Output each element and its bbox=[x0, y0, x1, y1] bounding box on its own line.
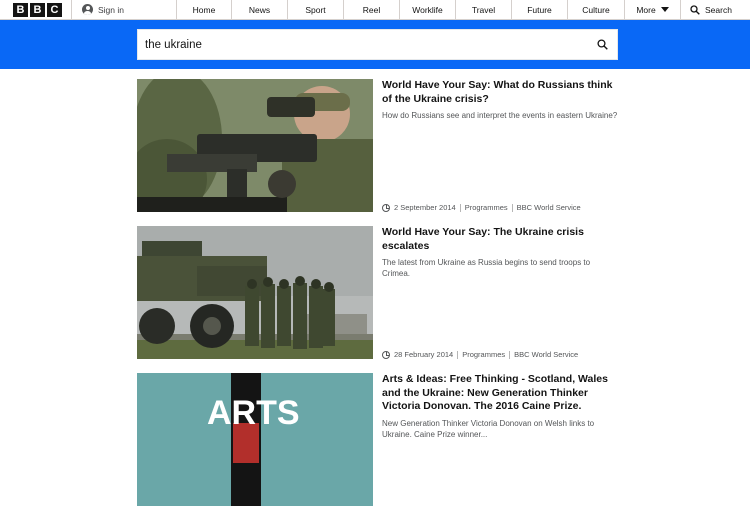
search-icon bbox=[690, 4, 700, 15]
user-icon bbox=[82, 4, 93, 15]
result-thumbnail[interactable] bbox=[137, 79, 373, 212]
nav-item-more[interactable]: More bbox=[625, 0, 681, 19]
caret-down-icon bbox=[660, 7, 669, 12]
logo-letter: C bbox=[47, 2, 62, 17]
nav-item-sport[interactable]: Sport bbox=[288, 0, 344, 19]
result-description: How do Russians see and interpret the ev… bbox=[382, 111, 618, 120]
arts-logo-text: ARTS bbox=[207, 394, 300, 432]
result-item[interactable]: World Have Your Say: The Ukraine crisis … bbox=[137, 226, 618, 359]
result-description: New Generation Thinker Victoria Donovan … bbox=[382, 418, 595, 439]
result-thumbnail[interactable]: ARTS bbox=[137, 373, 373, 506]
result-text: World Have Your Say: What do Russians th… bbox=[382, 79, 618, 212]
result-date: 28 February 2014 bbox=[394, 350, 454, 359]
nav-item-news[interactable]: News bbox=[232, 0, 288, 19]
result-text: Arts & Ideas: Free Thinking - Scotland, … bbox=[382, 373, 618, 506]
divider bbox=[459, 203, 461, 212]
divider bbox=[509, 350, 511, 359]
result-text: World Have Your Say: The Ukraine crisis … bbox=[382, 226, 618, 359]
soldier-image bbox=[137, 79, 373, 212]
clock-icon bbox=[382, 350, 390, 359]
divider bbox=[511, 203, 513, 212]
result-title[interactable]: Arts & Ideas: Free Thinking - Scotland, … bbox=[382, 373, 618, 414]
logo-letter: B bbox=[30, 2, 45, 17]
result-thumbnail[interactable] bbox=[137, 226, 373, 359]
result-date: 2 September 2014 bbox=[394, 203, 456, 212]
nav-list: Home News Sport Reel Worklife Travel Fut… bbox=[177, 0, 681, 19]
result-item[interactable]: World Have Your Say: What do Russians th… bbox=[137, 79, 618, 212]
top-navigation: B B C Sign in Home News Sport Reel Workl… bbox=[0, 0, 750, 20]
search-box bbox=[137, 29, 618, 60]
nav-item-culture[interactable]: Culture bbox=[568, 0, 625, 19]
more-label: More bbox=[636, 4, 656, 15]
result-title[interactable]: World Have Your Say: The Ukraine crisis … bbox=[382, 226, 618, 253]
divider bbox=[457, 350, 459, 359]
search-submit-button[interactable] bbox=[587, 30, 617, 59]
result-title[interactable]: World Have Your Say: What do Russians th… bbox=[382, 79, 618, 106]
nav-item-home[interactable]: Home bbox=[177, 0, 232, 19]
result-meta: 28 February 2014 Programmes BBC World Se… bbox=[382, 350, 578, 359]
result-item[interactable]: ARTS Arts & Ideas: Free Thinking - Scotl… bbox=[137, 373, 618, 506]
search-band bbox=[0, 20, 750, 69]
search-icon bbox=[596, 39, 608, 50]
result-service: BBC World Service bbox=[514, 350, 579, 359]
bbc-logo[interactable]: B B C bbox=[0, 0, 72, 19]
nav-item-travel[interactable]: Travel bbox=[456, 0, 512, 19]
arts-ideas-image: ARTS bbox=[137, 373, 373, 506]
nav-item-worklife[interactable]: Worklife bbox=[400, 0, 456, 19]
search-label: Search bbox=[705, 4, 732, 15]
truck-image bbox=[137, 226, 373, 359]
search-input[interactable] bbox=[138, 38, 587, 51]
result-type: Programmes bbox=[462, 350, 506, 359]
nav-item-reel[interactable]: Reel bbox=[344, 0, 400, 19]
result-meta: 2 September 2014 Programmes BBC World Se… bbox=[382, 203, 581, 212]
logo-letter: B bbox=[13, 2, 28, 17]
nav-item-future[interactable]: Future bbox=[512, 0, 568, 19]
search-results: World Have Your Say: What do Russians th… bbox=[137, 79, 618, 520]
result-description: The latest from Ukraine as Russia begins… bbox=[382, 258, 591, 278]
nav-search-button[interactable]: Search bbox=[681, 0, 732, 19]
clock-icon bbox=[382, 203, 390, 212]
result-type: Programmes bbox=[464, 203, 508, 212]
result-service: BBC World Service bbox=[516, 203, 581, 212]
sign-in-link[interactable]: Sign in bbox=[72, 0, 177, 19]
sign-in-label: Sign in bbox=[98, 4, 124, 15]
